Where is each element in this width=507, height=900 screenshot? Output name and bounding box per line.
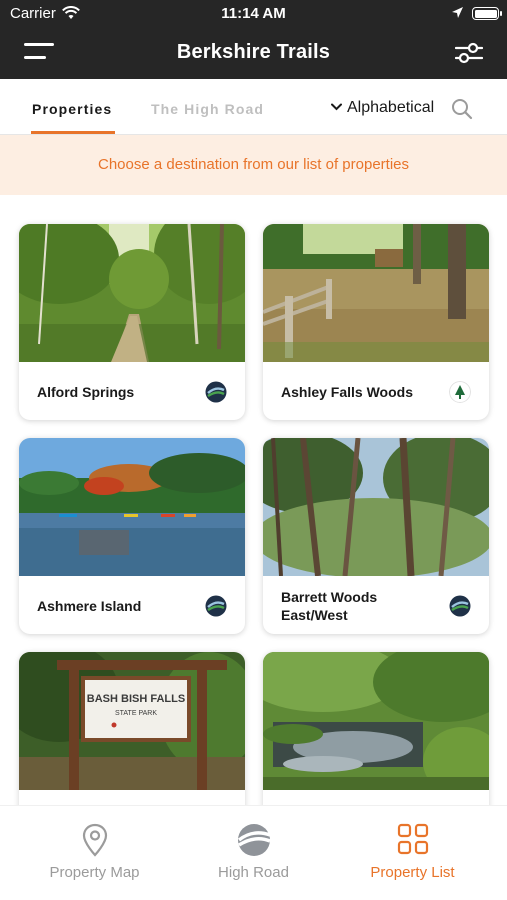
status-bar: Carrier 11:14 AM [0, 0, 507, 28]
sort-label: Alphabetical [347, 99, 435, 116]
property-name: Alford Springs [37, 384, 135, 400]
high-road-logo-icon [205, 381, 227, 403]
active-tab-indicator [31, 131, 115, 134]
sign-line-1: BASH BISH FALLS [87, 693, 185, 705]
chevron-down-icon [331, 103, 342, 111]
banner-text: Choose a destination from our list of pr… [98, 156, 409, 173]
page-title: Berkshire Trails [176, 41, 331, 63]
property-card[interactable]: Barrett Woods East/West [263, 438, 489, 634]
property-grid: Alford Springs Ashley Falls Woods Ashmer… [0, 195, 507, 805]
search-icon[interactable] [450, 97, 474, 121]
property-card[interactable]: Ashley Falls Woods [263, 224, 489, 420]
battery-icon [472, 7, 502, 20]
property-name: Ashmere Island [37, 598, 142, 614]
tab-the-high-road[interactable]: The High Road [151, 101, 264, 117]
nav-label: Property Map [49, 864, 140, 881]
property-card[interactable]: Ashmere Island [19, 438, 245, 634]
nav-property-map[interactable]: Property Map [10, 806, 179, 900]
nav-high-road[interactable]: High Road [169, 806, 338, 900]
property-card[interactable] [263, 652, 489, 805]
trust-logo-icon [449, 381, 471, 403]
nav-label: High Road [218, 864, 289, 881]
high-road-logo-icon [449, 595, 471, 617]
property-name: Barrett Woods East/West [281, 589, 378, 623]
property-name: Ashley Falls Woods [281, 384, 413, 400]
property-photo [263, 652, 489, 790]
grid-icon [397, 823, 428, 855]
property-photo: BASH BISH FALLS STATE PARK [19, 652, 245, 790]
property-card[interactable]: Alford Springs [19, 224, 245, 420]
app-header: Carrier 11:14 AM Berkshire Trails [0, 0, 507, 79]
sliders-icon[interactable] [455, 41, 483, 65]
tab-bar: Properties The High Road Alphabetical [0, 79, 507, 135]
property-photo [263, 224, 489, 362]
property-photo [19, 438, 245, 576]
info-banner: Choose a destination from our list of pr… [0, 135, 507, 195]
bottom-nav: Property Map High Road Property List [0, 805, 507, 900]
location-arrow-icon [452, 7, 463, 18]
nav-label: Property List [370, 864, 455, 881]
status-time: 11:14 AM [221, 5, 286, 22]
high-road-logo-icon [205, 595, 227, 617]
map-pin-icon [82, 823, 107, 857]
sign-line-2: STATE PARK [115, 710, 157, 717]
property-photo [263, 438, 489, 576]
nav-property-list[interactable]: Property List [328, 806, 497, 900]
property-card[interactable]: BASH BISH FALLS STATE PARK [19, 652, 245, 805]
high-road-icon [237, 824, 271, 856]
tab-properties[interactable]: Properties [32, 101, 112, 117]
sort-dropdown[interactable]: Alphabetical [331, 99, 434, 117]
property-photo [19, 224, 245, 362]
